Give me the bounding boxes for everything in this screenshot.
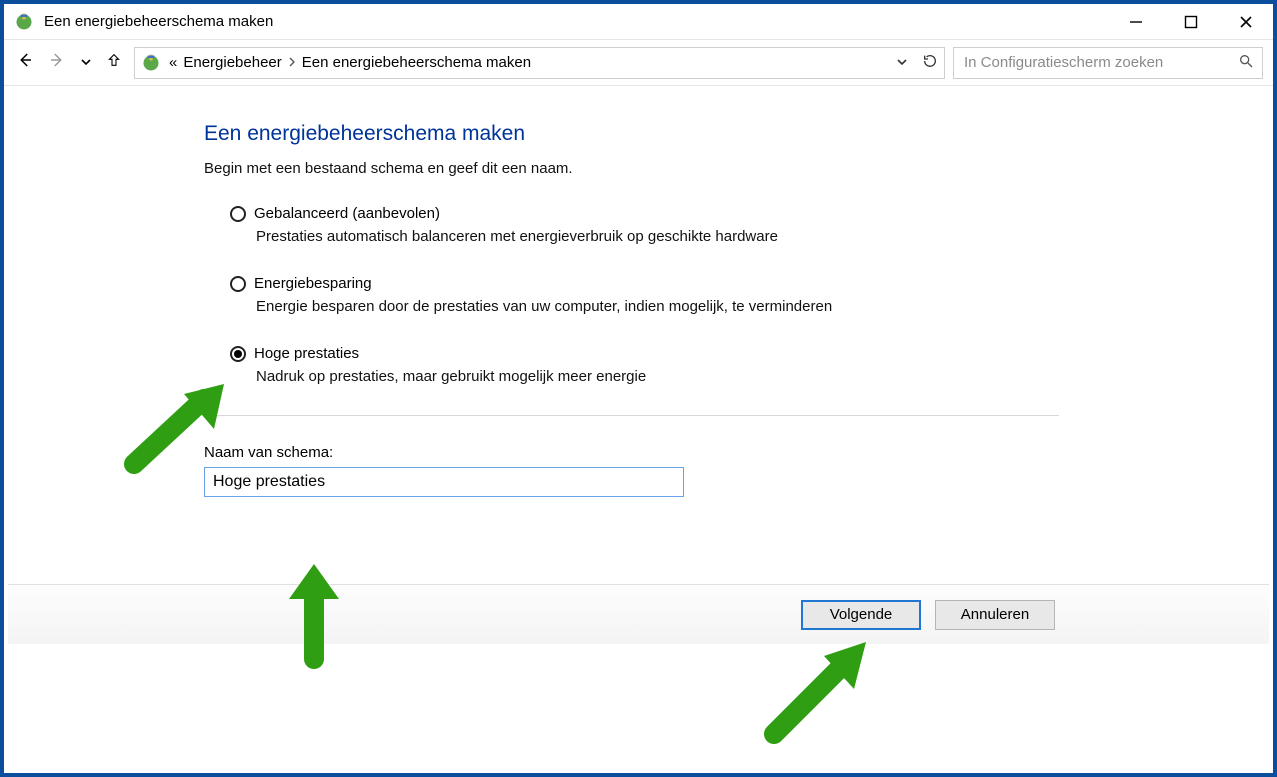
plan-description: Nadruk op prestaties, maar gebruikt moge… (256, 368, 1060, 385)
footer-bar: Volgende Annuleren (8, 584, 1269, 644)
radio-highperf[interactable] (230, 346, 246, 362)
plan-option-energysave[interactable]: Energiebesparing Energie besparen door d… (230, 275, 1060, 315)
cancel-button[interactable]: Annuleren (935, 600, 1055, 630)
schema-name-label: Naam van schema: (204, 444, 1273, 461)
search-input[interactable] (962, 53, 1230, 72)
up-button[interactable] (106, 52, 122, 73)
power-plan-icon (141, 53, 161, 73)
next-button[interactable]: Volgende (801, 600, 921, 630)
plan-label: Gebalanceerd (aanbevolen) (254, 205, 440, 222)
chevron-right-icon (288, 56, 296, 70)
close-button[interactable] (1218, 4, 1273, 39)
breadcrumb-prefix: « (169, 54, 177, 71)
annotation-arrow (754, 634, 874, 744)
refresh-button[interactable] (922, 53, 938, 72)
radio-energysave[interactable] (230, 276, 246, 292)
page-intro: Begin met een bestaand schema en geef di… (204, 160, 1273, 177)
power-plan-icon (14, 12, 34, 32)
minimize-button[interactable] (1108, 4, 1163, 39)
address-dropdown-button[interactable] (896, 55, 908, 71)
address-bar[interactable]: « Energiebeheer Een energiebeheerschema … (134, 47, 945, 79)
nav-buttons (14, 51, 126, 74)
maximize-button[interactable] (1163, 4, 1218, 39)
schema-name-input[interactable] (204, 467, 684, 497)
radio-balanced[interactable] (230, 206, 246, 222)
forward-button[interactable] (48, 51, 66, 74)
page-heading: Een energiebeheerschema maken (204, 122, 1273, 146)
plan-label: Energiebesparing (254, 275, 372, 292)
window-controls (1108, 4, 1273, 39)
divider (204, 415, 1059, 416)
recent-locations-button[interactable] (80, 52, 92, 73)
breadcrumb-item[interactable]: Een energiebeheerschema maken (302, 54, 531, 71)
breadcrumb-item[interactable]: Energiebeheer (183, 54, 281, 71)
navbar: « Energiebeheer Een energiebeheerschema … (4, 40, 1273, 86)
search-box[interactable] (953, 47, 1263, 79)
plan-description: Energie besparen door de prestaties van … (256, 298, 1060, 315)
plan-label: Hoge prestaties (254, 345, 359, 362)
titlebar: Een energiebeheerschema maken (4, 4, 1273, 40)
window-title: Een energiebeheerschema maken (44, 13, 1108, 30)
main-content: Een energiebeheerschema maken Begin met … (4, 86, 1273, 497)
plan-option-highperf[interactable]: Hoge prestaties Nadruk op prestaties, ma… (230, 345, 1060, 385)
back-button[interactable] (16, 51, 34, 74)
plan-description: Prestaties automatisch balanceren met en… (256, 228, 1060, 245)
breadcrumb: « Energiebeheer Een energiebeheerschema … (169, 54, 884, 71)
window-frame: Een energiebeheerschema maken (0, 0, 1277, 777)
plan-option-balanced[interactable]: Gebalanceerd (aanbevolen) Prestaties aut… (230, 205, 1060, 245)
search-icon[interactable] (1238, 53, 1254, 73)
